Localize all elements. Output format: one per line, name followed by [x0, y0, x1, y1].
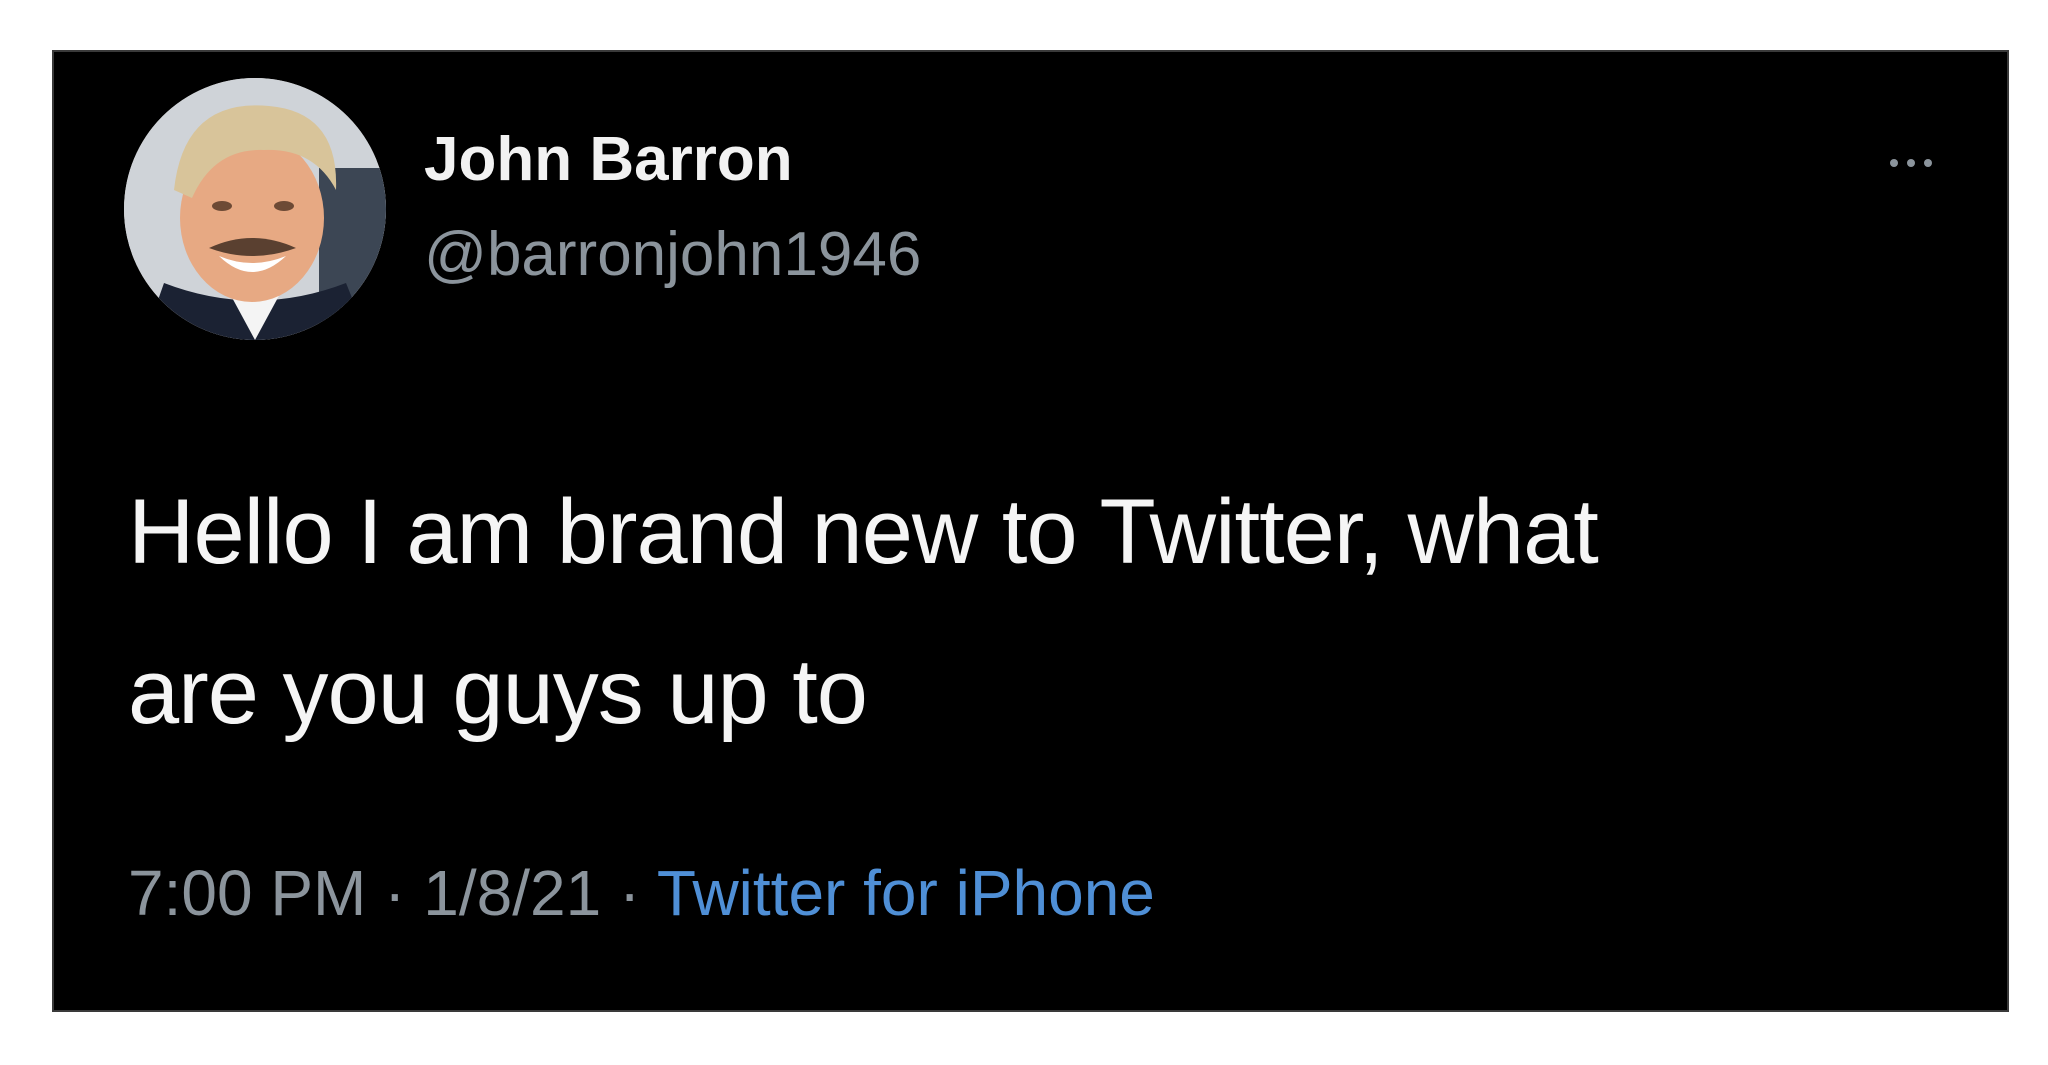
tweet-time[interactable]: 7:00 PM	[128, 857, 366, 929]
display-name[interactable]: John Barron	[424, 124, 793, 195]
tweet-date[interactable]: 1/8/21	[423, 857, 601, 929]
avatar-photo	[124, 78, 386, 340]
tweet-text: Hello I am brand new to Twitter, what ar…	[128, 452, 1888, 772]
meta-separator: ·	[601, 857, 657, 929]
more-dot	[1907, 159, 1915, 167]
tweet-source-link[interactable]: Twitter for iPhone	[657, 857, 1155, 929]
tweet-text-line: are you guys up to	[128, 641, 868, 743]
tweet-text-line: Hello I am brand new to Twitter, what	[128, 481, 1599, 583]
avatar[interactable]	[124, 78, 386, 340]
user-handle[interactable]: @barronjohn1946	[424, 219, 921, 290]
tweet-card: John Barron @barronjohn1946 Hello I am b…	[52, 50, 2009, 1012]
more-dot	[1924, 159, 1932, 167]
more-dot	[1890, 159, 1898, 167]
tweet-metadata: 7:00 PM · 1/8/21 · Twitter for iPhone	[128, 856, 1155, 930]
meta-separator: ·	[366, 857, 424, 929]
more-options-icon[interactable]	[1871, 148, 1951, 178]
